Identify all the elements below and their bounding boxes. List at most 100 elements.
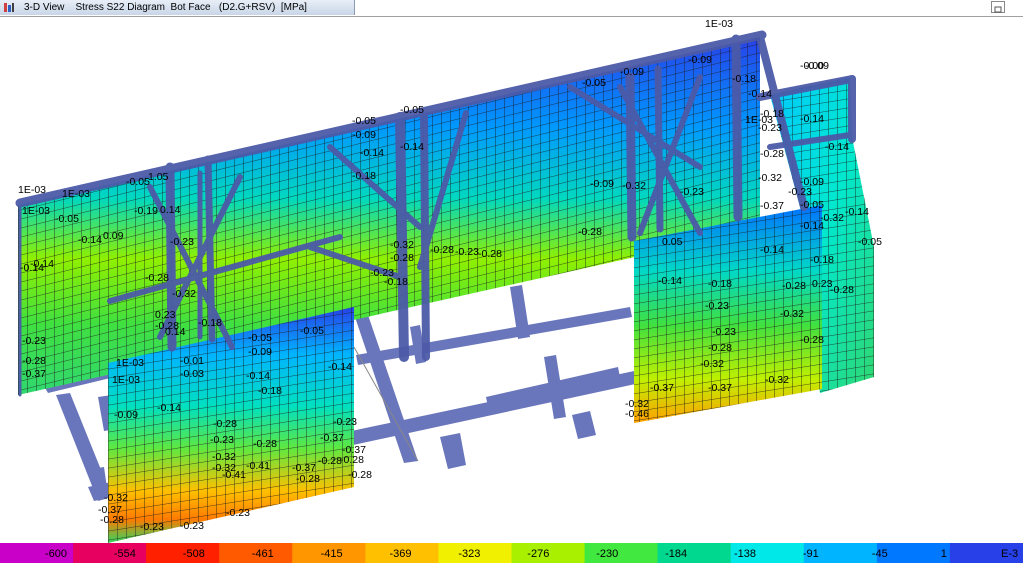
contour-label: -0.09 — [248, 346, 272, 358]
contour-label: -0.23 — [758, 122, 782, 134]
contour-label: -0.18 — [732, 73, 756, 85]
contour-label: -0.28 — [348, 469, 372, 481]
contour-label: -0.23 — [333, 416, 357, 428]
contour-label: -0.05 — [858, 236, 882, 248]
contour-label: 1E-03 — [116, 357, 144, 369]
contour-label: -0.03 — [180, 368, 204, 380]
contour-label: -0.28 — [22, 355, 46, 367]
contour-label: -0.28 — [318, 455, 342, 467]
contour-label: -0.37 — [650, 382, 674, 394]
model-viewport[interactable]: 1E-03 1E-031E-03-0.05-0.051.05-0.14 0.09-0… — [0, 17, 1023, 543]
contour-label: -0.28 — [100, 514, 124, 526]
contour-label: 1E-03 — [62, 188, 90, 200]
contour-label: -0.32 — [765, 374, 789, 386]
contour-label: -0.23 — [140, 521, 164, 533]
restore-window-icon — [994, 6, 1002, 13]
contour-label: -0.28 — [296, 473, 320, 485]
contour-label: -0.14 — [800, 113, 824, 125]
contour-label: -0.09 — [620, 66, 644, 78]
contour-label: -0.37 — [760, 200, 784, 212]
contour-label: -0.28 — [760, 148, 784, 160]
contour-label: -0.18 — [708, 278, 732, 290]
contour-label: 1.05 — [148, 171, 169, 183]
contour-label: -0.14 — [658, 275, 682, 287]
contour-label: -0.14 — [748, 88, 772, 100]
contour-label: -0.14 — [825, 141, 849, 153]
contour-label: -0.05 — [400, 104, 424, 116]
contour-label: -0.32 — [700, 358, 724, 370]
view-title: 3-D View Stress S22 Diagram Bot Face (D2… — [24, 2, 307, 13]
contour-label: -0.28 — [708, 342, 732, 354]
contour-label: -0.14 — [845, 206, 869, 218]
color-scale-value: -184 — [665, 548, 687, 560]
color-scale-values: -600 -554 -508 -461 -415 -369 -323 -276 -230 -184… — [45, 548, 1018, 560]
contour-label: -0.05 — [55, 213, 79, 225]
contour-label: -0.14 — [246, 370, 270, 382]
contour-label: -0.23 — [170, 236, 194, 248]
color-scale-value: -600 — [45, 548, 67, 560]
contour-label: -0.28 — [800, 334, 824, 346]
contour-label: 1E-03 — [705, 18, 733, 30]
contour-label: -0.05 — [300, 325, 324, 337]
contour-label: -0.05 — [352, 115, 376, 127]
contour-label: -0.14 — [328, 361, 352, 373]
window-title-bar: 3-D View Stress S22 Diagram Bot Face (D2… — [0, 0, 1023, 17]
contour-label: -0.41 — [246, 460, 270, 472]
contour-label: -0.37 — [708, 382, 732, 394]
restore-window-button[interactable] — [991, 1, 1005, 13]
contour-label: -0.05 — [582, 77, 606, 89]
color-scale-value: -276 — [527, 548, 549, 560]
contour-label: -0.28 — [340, 454, 364, 466]
contour-label: -0.05 — [248, 332, 272, 344]
color-scale-value: -45 — [872, 548, 888, 560]
contour-label: -0.14 — [800, 220, 824, 232]
contour-label: -0.14 — [360, 147, 384, 159]
color-scale-value: -138 — [734, 548, 756, 560]
contour-label: -0.32 — [758, 172, 782, 184]
contour-label: -0.18 — [258, 385, 282, 397]
contour-label: -0.28 — [830, 284, 854, 296]
contour-label: -0.28 — [430, 244, 454, 256]
contour-label: -0.18 — [198, 317, 222, 329]
contour-label: -0.32 — [780, 308, 804, 320]
contour-label: -0.23 — [180, 520, 204, 532]
contour-label: -0.14 — [78, 234, 102, 246]
contour-label: -0.37 — [22, 368, 46, 380]
contour-label: -0.28 — [253, 438, 277, 450]
contour-label: 0.14 — [160, 204, 181, 216]
contour-label: -0.09 — [800, 176, 824, 188]
contour-label: 0.05 — [662, 236, 683, 248]
color-scale-value: -230 — [596, 548, 618, 560]
contour-label: -0.23 — [680, 186, 704, 198]
contour-label: -0.23 — [210, 434, 234, 446]
contour-label: -0.32 — [622, 180, 646, 192]
color-scale-value: 1 — [941, 548, 947, 560]
contour-label: -0.05 — [800, 199, 824, 211]
contour-label: -0.14 — [20, 262, 44, 274]
contour-label: -0.23 — [22, 335, 46, 347]
contour-label: -0.28 — [478, 248, 502, 260]
contour-label: -0.46 — [625, 408, 649, 420]
contour-label: -0.28 — [145, 272, 169, 284]
contour-label: -0.23 — [705, 300, 729, 312]
contour-label: -0.18 — [384, 276, 408, 288]
color-scale-value: -508 — [183, 548, 205, 560]
contour-label: -0.23 — [226, 507, 250, 519]
contour-label: -0.01 — [180, 355, 204, 367]
color-scale-value: -323 — [458, 548, 480, 560]
color-scale-value: -461 — [252, 548, 274, 560]
contour-label: -0.28 — [390, 252, 414, 264]
view-tab[interactable]: 3-D View Stress S22 Diagram Bot Face (D2… — [0, 0, 355, 15]
contour-label: -0.28 — [782, 280, 806, 292]
contour-label: -0.32 — [390, 239, 414, 251]
contour-label: -0.28 — [213, 418, 237, 430]
contour-label: 1E-03 — [18, 184, 46, 196]
contour-label: -0.05 — [126, 176, 150, 188]
contour-label: -0.14 — [157, 402, 181, 414]
contour-label: -0.09 — [352, 129, 376, 141]
color-scale-value: -415 — [321, 548, 343, 560]
color-scale-value: E-3 — [1001, 548, 1018, 560]
view-3d-icon — [4, 3, 14, 12]
contour-label: -0.14 — [760, 244, 784, 256]
contour-label: -0.41 — [222, 469, 246, 481]
